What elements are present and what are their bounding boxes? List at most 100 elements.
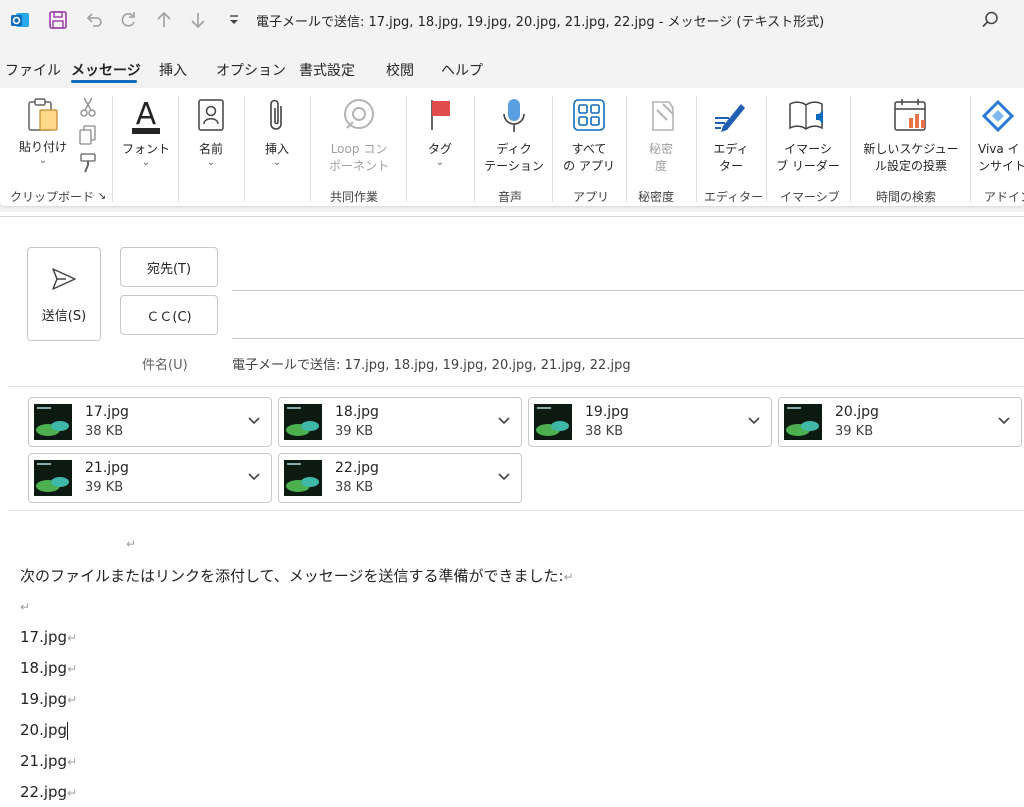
copy-icon: [78, 124, 98, 151]
text-cursor: [67, 721, 69, 740]
viva-insights-button[interactable]: Viva イ ンサイト: [978, 96, 1024, 175]
viva-insights-icon: [978, 96, 1018, 141]
arrow-up-icon[interactable]: [152, 8, 176, 32]
chevron-down-icon: ⌄: [206, 157, 216, 168]
names-label: 名前: [198, 142, 223, 156]
attachment-card[interactable]: 21.jpg 39 KB: [28, 453, 272, 503]
paintbrush-icon: [78, 152, 98, 179]
editor-button[interactable]: エディ ター: [700, 96, 762, 175]
customize-qat-icon[interactable]: [224, 8, 244, 32]
chevron-down-icon[interactable]: [497, 412, 511, 426]
search-icon[interactable]: [978, 8, 1002, 32]
tab-format-text[interactable]: 書式設定: [299, 60, 355, 80]
font-button[interactable]: A フォント ⌄: [118, 96, 174, 168]
tab-help[interactable]: ヘルプ: [441, 60, 483, 80]
all-apps-button[interactable]: すべて の アプリ: [558, 96, 620, 175]
chevron-down-icon[interactable]: [997, 412, 1011, 426]
font-label: フォント: [121, 142, 170, 156]
loop-component-button[interactable]: Loop コン ポーネント: [316, 96, 402, 175]
body-line[interactable]: 22.jpg↵: [20, 783, 77, 801]
dictate-button[interactable]: ディク テーション: [480, 96, 548, 175]
to-field[interactable]: [232, 290, 1024, 291]
redo-icon[interactable]: [116, 8, 140, 32]
attachment-name: 19.jpg: [585, 404, 629, 420]
scissors-icon: [78, 96, 98, 123]
body-line[interactable]: 17.jpg↵: [20, 628, 77, 646]
body-line[interactable]: 19.jpg↵: [20, 690, 77, 708]
immersive-reader-button[interactable]: イマーシ ブ リーダー: [772, 96, 844, 175]
chevron-down-icon[interactable]: [247, 468, 261, 482]
title-spacer: [0, 44, 1024, 52]
group-label-editor: エディター: [704, 190, 764, 204]
to-button[interactable]: 宛先(T): [120, 247, 218, 287]
tab-insert[interactable]: 挿入: [159, 60, 187, 80]
arrow-down-icon[interactable]: [186, 8, 210, 32]
attachment-card[interactable]: 19.jpg 38 KB: [528, 397, 772, 447]
attachment-card[interactable]: 22.jpg 38 KB: [278, 453, 522, 503]
paste-label: 貼り付け: [18, 140, 67, 154]
chevron-down-icon[interactable]: [747, 412, 761, 426]
tab-options[interactable]: オプション: [216, 60, 286, 80]
tag-label: タグ: [427, 142, 452, 156]
attachment-size: 39 KB: [335, 424, 374, 439]
ribbon: 貼り付け ⌄ クリップボード ↘ A フォント ⌄ 名前 ⌄ 挿入 ⌄ Loop…: [0, 84, 1024, 212]
tab-message[interactable]: メッセージ: [71, 60, 141, 80]
body-file-name: 17.jpg: [20, 628, 68, 646]
subject-field[interactable]: 電子メールで送信: 17.jpg, 18.jpg, 19.jpg, 20.jpg…: [232, 354, 631, 373]
group-label-sensitivity: 秘密度: [638, 190, 675, 204]
immersive-label-line1: イマーシ: [784, 142, 832, 156]
send-label: 送信(S): [41, 308, 87, 324]
sensitivity-label-line1: 秘密: [648, 142, 673, 156]
empty-line[interactable]: ↵: [20, 597, 30, 615]
undo-icon[interactable]: [82, 8, 106, 32]
dictate-label-line1: ディク: [496, 142, 532, 156]
immersive-label-line2: ブ リーダー: [776, 159, 840, 173]
tag-button[interactable]: タグ ⌄: [412, 96, 468, 168]
paragraph-mark: ↵: [563, 570, 574, 584]
clipboard-icon: [25, 96, 61, 139]
attachment-size: 38 KB: [85, 424, 124, 439]
image-thumbnail-icon: [34, 460, 72, 496]
attachment-card[interactable]: 20.jpg 39 KB: [778, 397, 1022, 447]
group-label-voice: 音声: [498, 190, 523, 204]
attachment-size: 39 KB: [835, 424, 874, 439]
tab-review[interactable]: 校閲: [386, 60, 414, 80]
body-intro[interactable]: 次のファイルまたはリンクを添付して、メッセージを送信する準備ができました:↵: [20, 565, 574, 586]
apps-label-line1: すべて: [571, 142, 607, 156]
loop-icon: [339, 96, 379, 141]
send-button[interactable]: 送信(S): [27, 247, 101, 341]
copy-button[interactable]: [76, 124, 100, 151]
chevron-down-icon[interactable]: [497, 468, 511, 482]
names-button[interactable]: 名前 ⌄: [184, 96, 238, 168]
save-icon[interactable]: [46, 8, 70, 32]
scheduling-poll-button[interactable]: 新しいスケジュー ル設定の投票: [858, 96, 964, 175]
schedule-label-line2: ル設定の投票: [874, 159, 947, 173]
tab-file[interactable]: ファイル: [5, 60, 61, 80]
ribbon-separator: [244, 96, 245, 202]
format-painter-button[interactable]: [76, 152, 100, 179]
body-line[interactable]: 20.jpg: [20, 721, 69, 740]
cut-button[interactable]: [76, 96, 100, 123]
editor-label-line2: ター: [718, 159, 743, 173]
chevron-down-icon[interactable]: [247, 412, 261, 426]
body-line[interactable]: 21.jpg↵: [20, 752, 77, 770]
attachment-name: 22.jpg: [335, 460, 379, 476]
attachment-card[interactable]: 17.jpg 38 KB: [28, 397, 272, 447]
paste-button[interactable]: 貼り付け ⌄: [14, 96, 72, 166]
attachment-name: 20.jpg: [835, 404, 879, 420]
attachment-card[interactable]: 18.jpg 39 KB: [278, 397, 522, 447]
cc-field[interactable]: [232, 338, 1024, 339]
group-label-addins: アドイン: [984, 190, 1024, 204]
attach-file-button[interactable]: 挿入 ⌄: [250, 96, 304, 168]
sensitivity-icon: [643, 96, 679, 141]
sensitivity-button[interactable]: 秘密 度: [632, 96, 690, 175]
body-line[interactable]: 18.jpg↵: [20, 659, 77, 677]
body-file-name: 22.jpg: [20, 783, 68, 801]
chevron-down-icon: ⌄: [38, 155, 48, 166]
body-file-name: 20.jpg: [20, 721, 68, 739]
cc-button[interactable]: ＣＣ(C): [120, 295, 218, 335]
paragraph-mark: ↵: [126, 537, 137, 551]
calendar-chart-icon: [891, 96, 931, 141]
paragraph-mark: ↵: [126, 534, 136, 552]
dialog-launcher-icon[interactable]: ↘: [96, 192, 108, 202]
